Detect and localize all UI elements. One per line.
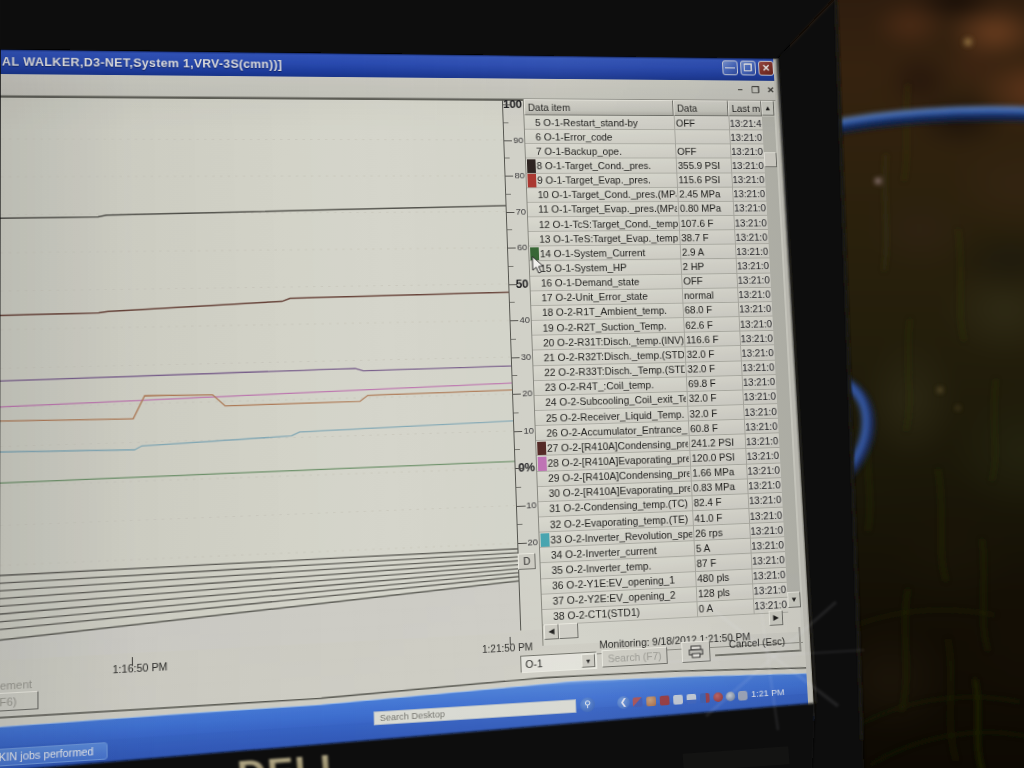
svg-text:DELL: DELL: [236, 746, 347, 768]
